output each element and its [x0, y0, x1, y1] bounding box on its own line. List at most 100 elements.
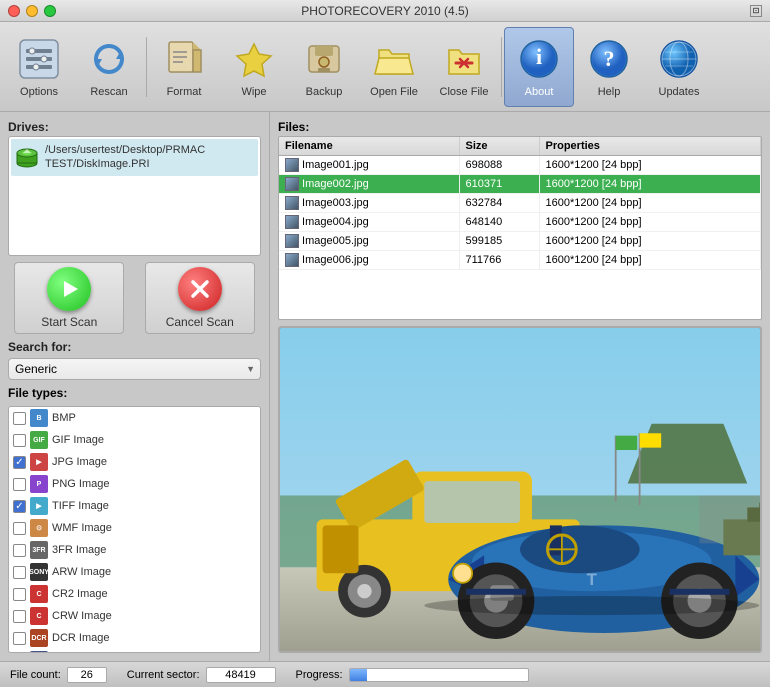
- separator-2: [501, 37, 502, 97]
- ft-icon-cr2: C: [30, 585, 48, 603]
- toolbar-options[interactable]: Options: [4, 27, 74, 107]
- minimize-button[interactable]: [26, 5, 38, 17]
- help-label: Help: [598, 86, 621, 98]
- filetype-item-crw[interactable]: CCRW Image: [9, 605, 260, 627]
- backup-label: Backup: [306, 86, 343, 98]
- file-props-cell: 1600*1200 [24 bpp]: [539, 175, 761, 194]
- preview-image: T: [280, 328, 760, 651]
- ft-checkbox-jpg[interactable]: ✓: [13, 456, 26, 469]
- ft-checkbox-wmf[interactable]: [13, 522, 26, 535]
- file-size-cell: 610371: [459, 175, 539, 194]
- ft-icon-png: P: [30, 475, 48, 493]
- ft-icon-crw: C: [30, 607, 48, 625]
- progress-bar-container: [349, 668, 529, 682]
- progress-label: Progress:: [296, 669, 343, 681]
- filetype-item-arw[interactable]: SONYARW Image: [9, 561, 260, 583]
- filetype-item-dng[interactable]: ◈DNG Image: [9, 649, 260, 653]
- left-panel: Drives: /Users/usertest/Desktop/PRMA: [0, 112, 270, 661]
- ft-icon-jpg: ▶: [30, 453, 48, 471]
- table-row[interactable]: Image001.jpg6980881600*1200 [24 bpp]: [279, 156, 761, 175]
- ft-checkbox-dcr[interactable]: [13, 632, 26, 645]
- updates-icon: [656, 36, 702, 82]
- filetype-item-tiff[interactable]: ✓▶TIFF Image: [9, 495, 260, 517]
- table-row[interactable]: Image003.jpg6327841600*1200 [24 bpp]: [279, 194, 761, 213]
- toolbar-help[interactable]: ? Help: [574, 27, 644, 107]
- ft-checkbox-bmp[interactable]: [13, 412, 26, 425]
- search-select[interactable]: Generic JPEG RAW All Types: [8, 358, 261, 380]
- col-properties[interactable]: Properties: [539, 137, 761, 156]
- ft-checkbox-crw[interactable]: [13, 610, 26, 623]
- toolbar-close-file[interactable]: Close File: [429, 27, 499, 107]
- files-section: Files: Filename Size Properties Image001…: [278, 120, 762, 320]
- filetype-item-3fr[interactable]: 3FR3FR Image: [9, 539, 260, 561]
- toolbar-format[interactable]: Format: [149, 27, 219, 107]
- toolbar-rescan[interactable]: Rescan: [74, 27, 144, 107]
- files-label: Files:: [278, 120, 762, 134]
- preview-container: T: [278, 326, 762, 653]
- close-button[interactable]: [8, 5, 20, 17]
- filetype-item-png[interactable]: P PNG Image: [9, 473, 260, 495]
- ft-checkbox-cr2[interactable]: [13, 588, 26, 601]
- ft-checkbox-png[interactable]: [13, 478, 26, 491]
- cancel-scan-button[interactable]: Cancel Scan: [145, 262, 255, 334]
- ft-name-png: PNG Image: [52, 478, 109, 490]
- maximize-button[interactable]: [44, 5, 56, 17]
- col-filename[interactable]: Filename: [279, 137, 459, 156]
- filetype-item-dcr[interactable]: DCR DCR Image: [9, 627, 260, 649]
- filetype-item-gif[interactable]: GIFGIF Image: [9, 429, 260, 451]
- ft-name-dcr: DCR Image: [52, 632, 109, 644]
- svg-text:i: i: [536, 44, 542, 69]
- file-props-cell: 1600*1200 [24 bpp]: [539, 156, 761, 175]
- drives-box[interactable]: /Users/usertest/Desktop/PRMAC TEST/DiskI…: [8, 136, 261, 256]
- toolbar-about[interactable]: i About: [504, 27, 574, 107]
- table-row[interactable]: Image004.jpg6481401600*1200 [24 bpp]: [279, 213, 761, 232]
- file-size-cell: 632784: [459, 194, 539, 213]
- file-thumb-cell: Image006.jpg: [279, 251, 459, 270]
- options-icon: [16, 36, 62, 82]
- ft-checkbox-arw[interactable]: [13, 566, 26, 579]
- col-size[interactable]: Size: [459, 137, 539, 156]
- table-row[interactable]: Image002.jpg6103711600*1200 [24 bpp]: [279, 175, 761, 194]
- start-scan-button[interactable]: Start Scan: [14, 262, 124, 334]
- filetype-item-jpg[interactable]: ✓ ▶ JPG Image: [9, 451, 260, 473]
- file-count-value: 26: [67, 667, 107, 683]
- titlebar: PHOTORECOVERY 2010 (4.5) ⊡: [0, 0, 770, 22]
- files-table-container[interactable]: Filename Size Properties Image001.jpg698…: [278, 136, 762, 320]
- file-count-label: File count:: [10, 669, 61, 681]
- ft-checkbox-3fr[interactable]: [13, 544, 26, 557]
- filetype-item-wmf[interactable]: ⊙WMF Image: [9, 517, 260, 539]
- drives-label: Drives:: [8, 120, 261, 134]
- wipe-icon: [231, 36, 277, 82]
- open-file-icon: [371, 36, 417, 82]
- ft-checkbox-gif[interactable]: [13, 434, 26, 447]
- table-row[interactable]: Image006.jpg7117661600*1200 [24 bpp]: [279, 251, 761, 270]
- about-icon: i: [516, 36, 562, 82]
- format-icon: [161, 36, 207, 82]
- filetype-item-cr2[interactable]: CCR2 Image: [9, 583, 260, 605]
- toolbar-wipe[interactable]: Wipe: [219, 27, 289, 107]
- table-row[interactable]: Image005.jpg5991851600*1200 [24 bpp]: [279, 232, 761, 251]
- ft-checkbox-tiff[interactable]: ✓: [13, 500, 26, 513]
- toolbar-backup[interactable]: Backup: [289, 27, 359, 107]
- search-select-wrapper: Generic JPEG RAW All Types: [8, 358, 261, 380]
- toolbar-updates[interactable]: Updates: [644, 27, 714, 107]
- filetypes-container[interactable]: BBMPGIFGIF Image ✓ ▶ JPG Image P PNG Image ✓▶T…: [8, 406, 261, 653]
- file-thumb-cell: Image002.jpg: [279, 175, 459, 194]
- files-table: Filename Size Properties Image001.jpg698…: [279, 137, 761, 270]
- file-props-cell: 1600*1200 [24 bpp]: [539, 251, 761, 270]
- right-panel: Files: Filename Size Properties Image001…: [270, 112, 770, 661]
- sector-group: Current sector: 48419: [127, 667, 276, 683]
- ft-icon-gif: GIF: [30, 431, 48, 449]
- resize-button[interactable]: ⊡: [750, 5, 762, 17]
- ft-icon-dcr: DCR: [30, 629, 48, 647]
- filetype-item-bmp[interactable]: BBMP: [9, 407, 260, 429]
- drive-item[interactable]: /Users/usertest/Desktop/PRMAC TEST/DiskI…: [11, 139, 258, 176]
- cancel-scan-label: Cancel Scan: [166, 315, 234, 329]
- drives-section: Drives: /Users/usertest/Desktop/PRMA: [8, 120, 261, 256]
- ft-name-bmp: BMP: [52, 412, 76, 424]
- toolbar-open-file[interactable]: Open File: [359, 27, 429, 107]
- ft-name-jpg: JPG Image: [52, 456, 107, 468]
- filetypes-label: File types:: [8, 386, 261, 400]
- rescan-label: Rescan: [90, 86, 127, 98]
- statusbar: File count: 26 Current sector: 48419 Pro…: [0, 661, 770, 687]
